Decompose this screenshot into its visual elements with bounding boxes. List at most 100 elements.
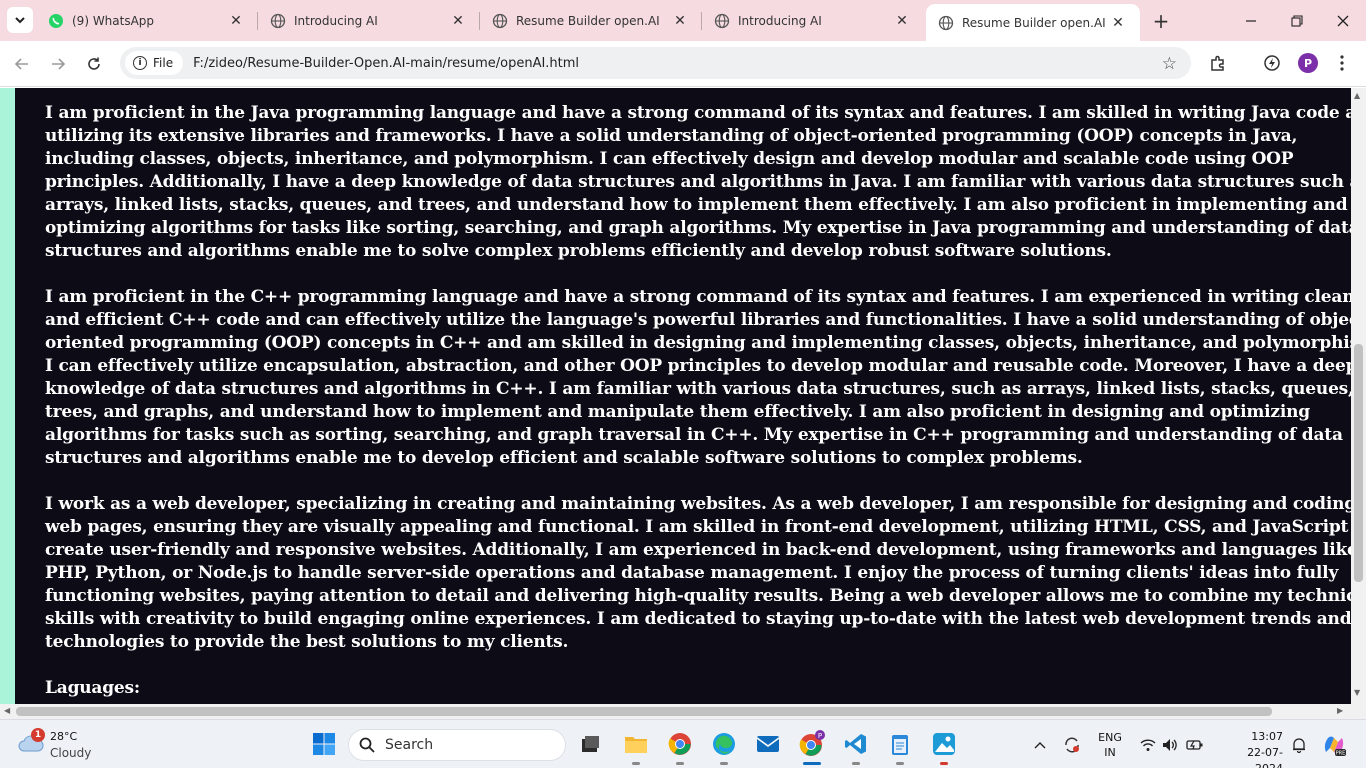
taskbar-app-vscode[interactable] [842, 730, 870, 758]
vertical-scroll-thumb[interactable] [1354, 344, 1363, 582]
back-button[interactable] [8, 50, 36, 78]
web-dev-paragraph: I work as a web developer, specializing … [45, 494, 1351, 652]
taskbar-app-edge[interactable] [710, 730, 738, 758]
tab-resume-builder-1[interactable]: Resume Builder open.AI ✕ [480, 0, 702, 41]
restore-icon [1291, 14, 1303, 27]
running-indicator [940, 762, 948, 765]
chevron-up-icon [1034, 741, 1046, 748]
taskbar-app-chrome[interactable] [666, 730, 694, 758]
show-hidden-icons-button[interactable] [1030, 720, 1050, 768]
whatsapp-icon [48, 13, 64, 29]
language-code: ENG [1098, 731, 1122, 744]
vertical-scrollbar[interactable]: ▲ ▼ [1351, 88, 1366, 704]
globe-icon [270, 13, 286, 29]
notification-bell-icon [1293, 737, 1305, 753]
tab-strip: (9) WhatsApp ✕ Introducing AI ✕ Resume B… [0, 0, 1366, 41]
cpp-skills-paragraph: I am proficient in the C++ programming l… [45, 287, 1351, 468]
taskbar-search[interactable]: Search [348, 729, 566, 761]
resume-content: I am proficient in the Java programming … [15, 88, 1351, 704]
menu-button[interactable] [1330, 51, 1354, 75]
photos-icon [933, 733, 955, 755]
search-icon [359, 737, 375, 753]
weather-temp: 28°C [50, 730, 78, 743]
close-icon[interactable]: ✕ [1108, 13, 1128, 33]
close-window-button[interactable] [1320, 0, 1366, 41]
mail-icon [756, 736, 780, 752]
reload-icon [88, 57, 100, 70]
scroll-down-icon[interactable]: ▼ [1354, 688, 1360, 697]
performance-button[interactable] [1260, 51, 1284, 75]
tab-introducing-ai-1[interactable]: Introducing AI ✕ [258, 0, 480, 41]
battery-button[interactable] [1184, 720, 1206, 768]
clock-time: 13:07 [1251, 730, 1283, 743]
tab-introducing-ai-2[interactable]: Introducing AI ✕ [702, 0, 924, 41]
new-tab-button[interactable]: + [1150, 9, 1172, 33]
back-arrow-icon [14, 58, 28, 70]
taskbar-app-notepad[interactable] [886, 730, 914, 758]
clock-date: 22-07-2024 [1247, 746, 1283, 768]
taskbar-app-chrome-profile[interactable]: P [798, 730, 826, 758]
task-view-icon [582, 736, 599, 752]
tab-title: Resume Builder open.AI [962, 15, 1106, 30]
taskbar-app-mail[interactable] [754, 730, 782, 758]
running-indicator [632, 762, 640, 765]
close-icon[interactable]: ✕ [892, 11, 912, 31]
lightning-icon [1264, 55, 1280, 71]
wifi-icon [1140, 738, 1156, 751]
svg-text:PRE: PRE [1336, 750, 1346, 756]
scroll-up-icon[interactable]: ▲ [1354, 91, 1360, 100]
horizontal-scroll-thumb[interactable] [16, 707, 1272, 716]
notifications-button[interactable] [1288, 720, 1310, 768]
site-info-chip[interactable]: i File [125, 51, 184, 75]
taskbar-app-photos[interactable] [930, 730, 958, 758]
minimize-icon [1246, 19, 1256, 22]
copilot-button[interactable]: PRE [1318, 720, 1350, 768]
scroll-left-icon[interactable]: ◀ [4, 706, 10, 715]
horizontal-scrollbar[interactable]: ◀ ▶ [0, 704, 1366, 719]
notification-badge: 1 [31, 728, 45, 742]
notepad-icon [892, 735, 908, 755]
tab-search-button[interactable] [7, 7, 33, 33]
browser-toolbar: i File F:/zideo/Resume-Builder-Open.AI-m… [0, 41, 1366, 87]
info-icon: i [133, 56, 147, 70]
tab-resume-builder-active[interactable]: Resume Builder open.AI ✕ [926, 4, 1140, 41]
start-button[interactable] [310, 730, 338, 758]
scroll-right-icon[interactable]: ▶ [1337, 706, 1343, 715]
running-indicator [720, 762, 728, 765]
forward-arrow-icon [52, 58, 66, 70]
tab-title: (9) WhatsApp [72, 13, 155, 28]
languages-heading: Laguages: [45, 678, 140, 698]
weather-widget[interactable]: 1 28°C Cloudy [18, 728, 108, 762]
bookmark-star-icon[interactable]: ☆ [1162, 54, 1177, 74]
svg-text:P: P [818, 732, 822, 740]
url-text[interactable]: F:/zideo/Resume-Builder-Open.AI-main/res… [193, 56, 579, 71]
input-language[interactable]: ENG IN [1094, 730, 1126, 760]
address-bar[interactable]: i File F:/zideo/Resume-Builder-Open.AI-m… [120, 47, 1191, 79]
weather-condition: Cloudy [50, 746, 92, 760]
wifi-button[interactable] [1138, 720, 1158, 768]
forward-button[interactable] [44, 50, 72, 78]
windows-icon [313, 733, 335, 755]
taskbar-app-task-view[interactable] [576, 730, 604, 758]
taskbar-app-file-explorer[interactable] [622, 730, 650, 758]
close-icon[interactable]: ✕ [670, 11, 690, 31]
sync-tray-button[interactable] [1060, 720, 1084, 768]
tab-whatsapp[interactable]: (9) WhatsApp ✕ [36, 0, 258, 41]
chevron-down-icon [15, 17, 25, 24]
minimize-button[interactable] [1228, 0, 1274, 41]
running-indicator [803, 762, 821, 765]
extensions-button[interactable] [1206, 51, 1230, 75]
system-clock[interactable]: 13:07 22-07-2024 [1237, 729, 1283, 768]
running-indicator [896, 762, 904, 765]
profile-button[interactable]: P [1296, 51, 1320, 75]
folder-icon [625, 737, 647, 753]
chrome-profile-icon: P [799, 730, 825, 756]
reload-button[interactable] [80, 50, 108, 78]
volume-button[interactable] [1160, 720, 1180, 768]
restore-button[interactable] [1274, 0, 1320, 41]
close-icon[interactable]: ✕ [226, 11, 246, 31]
copilot-icon: PRE [1324, 736, 1346, 756]
close-icon[interactable]: ✕ [448, 11, 468, 31]
tab-title: Resume Builder open.AI [516, 13, 660, 28]
battery-charging-icon [1186, 739, 1203, 750]
